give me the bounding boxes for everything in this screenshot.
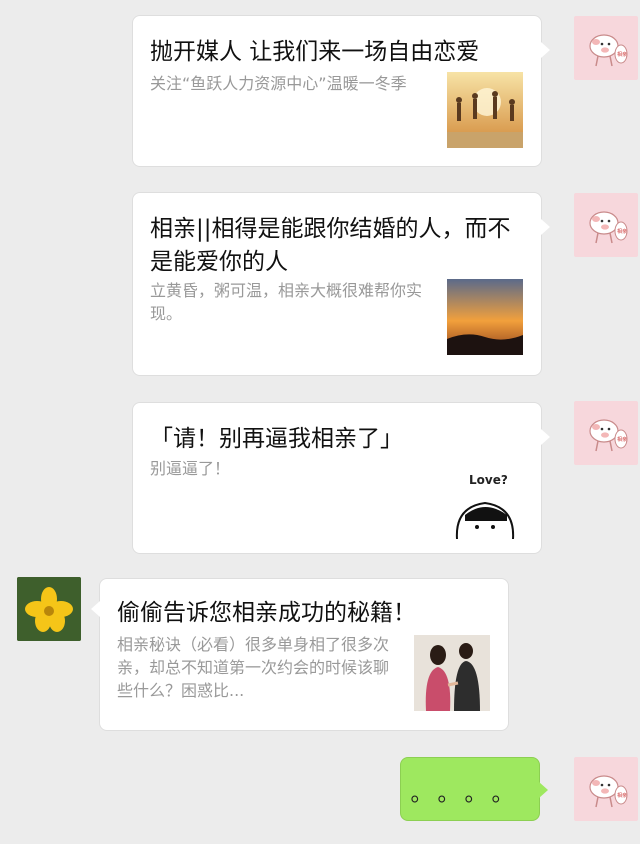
- self-avatar[interactable]: 相亲: [574, 193, 638, 257]
- pig-avatar-icon: 相亲: [589, 419, 628, 452]
- article-thumbnail: [447, 72, 523, 148]
- article-title: 抛开媒人 让我们来一场自由恋爱: [150, 39, 480, 65]
- svg-text:相亲: 相亲: [617, 228, 627, 235]
- pig-avatar-icon: 相亲: [589, 211, 628, 244]
- pig-avatar-icon: 相亲: [589, 775, 628, 808]
- self-avatar[interactable]: 相亲: [574, 401, 638, 465]
- article-card[interactable]: 相亲||相得是能跟你结婚的人，而不是能爱你的人 立黄昏，粥可温，相亲大概很难帮你…: [132, 192, 550, 376]
- article-title: 偷偷告诉您相亲成功的秘籍！: [117, 600, 416, 626]
- article-card[interactable]: 抛开媒人 让我们来一场自由恋爱 关注“鱼跃人力资源中心”温暖一冬季: [132, 15, 550, 167]
- self-avatar[interactable]: 相亲: [574, 16, 638, 80]
- article-description: 别逼逼了！: [150, 459, 231, 478]
- article-title: 「请！别再逼我相亲了」: [150, 426, 403, 452]
- sent-text-bubble[interactable]: 。。。。: [400, 757, 548, 821]
- article-title: 相亲||相得是能跟你结婚的人，而不是能爱你的人: [150, 216, 511, 275]
- contact-avatar[interactable]: [17, 577, 81, 641]
- article-description: 立黄昏，粥可温，相亲大概很难帮你实现。: [150, 281, 423, 323]
- sent-text: 。。。。: [410, 782, 530, 807]
- pig-avatar-icon: 相亲: [589, 34, 628, 67]
- svg-text:相亲: 相亲: [617, 792, 627, 799]
- article-description: 关注“鱼跃人力资源中心”温暖一冬季: [150, 74, 407, 93]
- article-card[interactable]: 偷偷告诉您相亲成功的秘籍！ 相亲秘诀（必看）很多单身相了很多次亲，却总不知道第一…: [91, 578, 509, 731]
- article-thumbnail: Love?: [447, 469, 523, 539]
- flower-avatar-icon: [17, 577, 81, 641]
- self-avatar[interactable]: 相亲: [574, 757, 638, 821]
- svg-text:相亲: 相亲: [617, 436, 627, 443]
- article-thumbnail: [414, 635, 490, 711]
- article-thumbnail: [447, 279, 523, 355]
- article-card[interactable]: 「请！别再逼我相亲了」 别逼逼了！ Love?: [132, 402, 550, 554]
- article-description: 相亲秘诀（必看）很多单身相了很多次亲，却总不知道第一次约会的时候该聊些什么？困惑…: [117, 635, 390, 700]
- svg-text:相亲: 相亲: [617, 51, 627, 58]
